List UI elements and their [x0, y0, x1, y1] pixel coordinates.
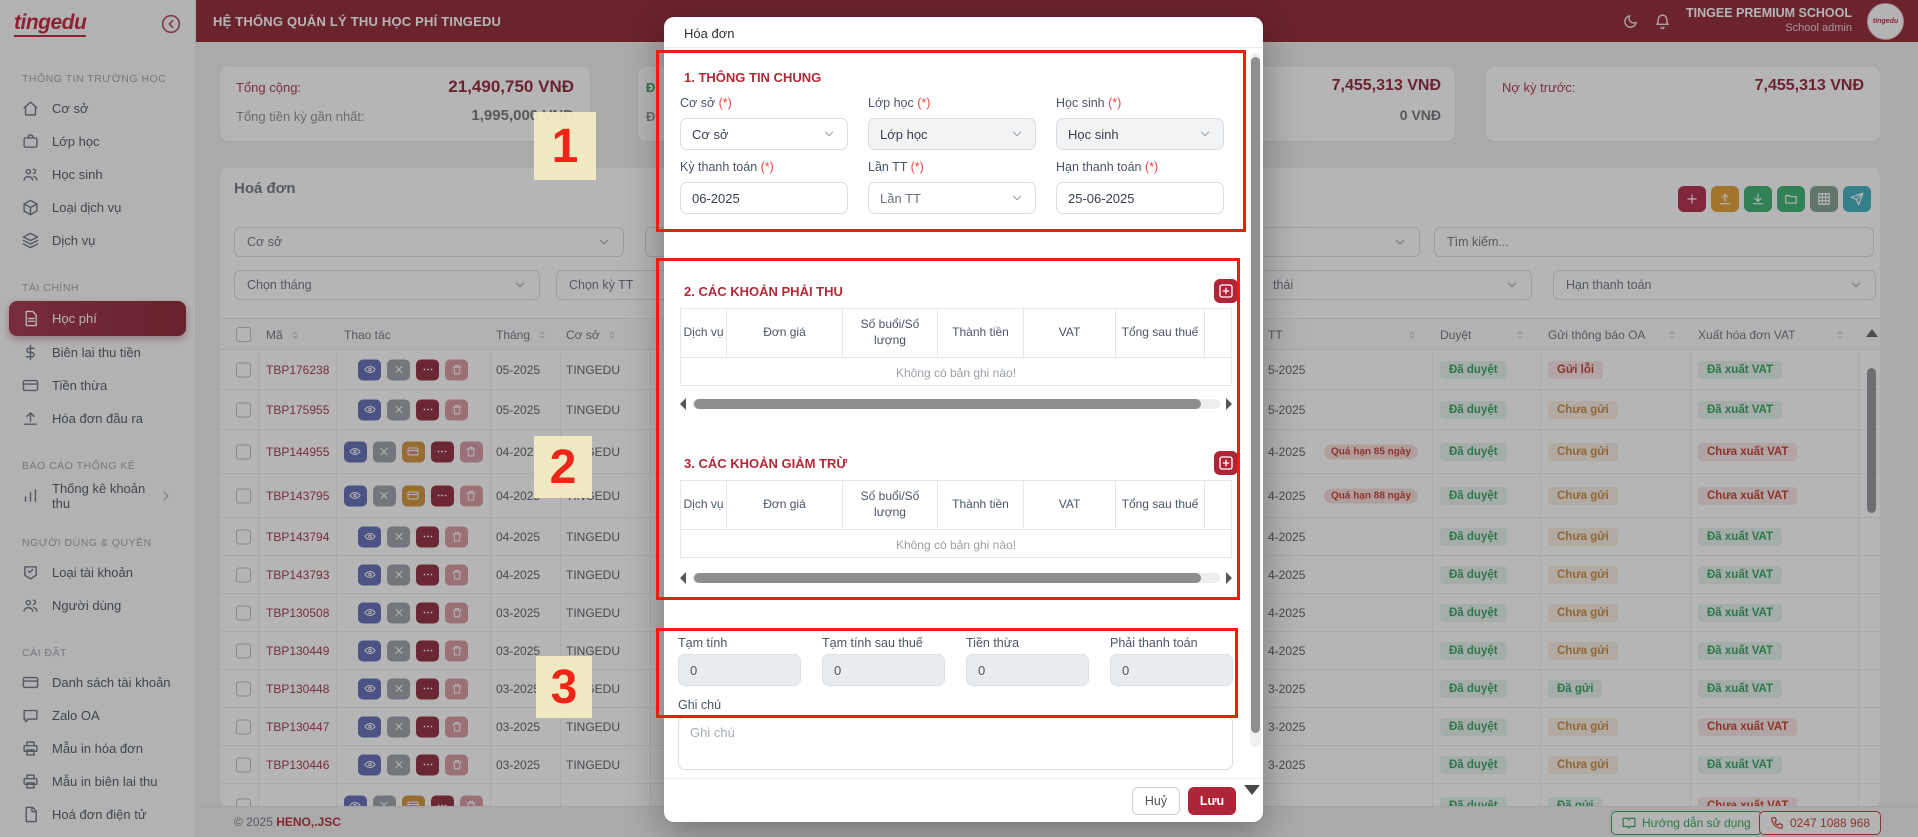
- receivables-table: Dịch vụ Đơn giá Số buổi/Số lượng Thành t…: [680, 308, 1232, 386]
- modal-title: Hóa đơn: [684, 26, 734, 41]
- scroll-right-icon[interactable]: [1226, 398, 1232, 410]
- modal-scrollbar-thumb[interactable]: [1251, 57, 1260, 733]
- chevron-down-icon: [1198, 127, 1212, 141]
- invoice-modal: Hóa đơn 1. THÔNG TIN CHUNG Cơ sở (*) Cơ …: [664, 17, 1263, 822]
- payable-label: Phải thanh toán: [1110, 636, 1198, 650]
- field-label-han-tt: Hạn thanh toán (*): [1056, 160, 1158, 174]
- deductions-table: Dịch vụ Đơn giá Số buổi/Số lượng Thành t…: [680, 480, 1232, 558]
- note-label: Ghi chú: [678, 698, 721, 712]
- cancel-button[interactable]: Huỷ: [1132, 787, 1180, 815]
- add-receivable-button[interactable]: [1214, 279, 1238, 303]
- field-label-hoc-sinh: Học sinh (*): [1056, 96, 1121, 110]
- chevron-down-icon: [1010, 127, 1024, 141]
- section1-title: 1. THÔNG TIN CHUNG: [684, 70, 821, 85]
- field-label-lop-hoc: Lớp học (*): [868, 96, 930, 110]
- co-so-select[interactable]: Cơ sở: [680, 118, 848, 150]
- subtotal-after-tax-input: 0: [822, 654, 945, 686]
- subtotal-after-tax-label: Tạm tính sau thuế: [822, 636, 923, 650]
- section3-title: 3. CÁC KHOẢN GIẢM TRỪ: [684, 456, 847, 471]
- lan-tt-select[interactable]: Lần TT: [868, 182, 1036, 214]
- note-textarea[interactable]: [678, 716, 1233, 770]
- field-label-co-so: Cơ sở (*): [680, 96, 732, 110]
- scroll-right-icon[interactable]: [1226, 572, 1232, 584]
- scroll-left-icon[interactable]: [680, 398, 686, 410]
- hscrollbar-thumb[interactable]: [694, 399, 1201, 409]
- deductions-hscrollbar[interactable]: [680, 571, 1232, 585]
- scroll-down-icon[interactable]: [1244, 785, 1260, 803]
- section2-title: 2. CÁC KHOẢN PHẢI THU: [684, 284, 843, 299]
- chevron-down-icon: [1010, 191, 1024, 205]
- payable-input: 0: [1110, 654, 1233, 686]
- field-label-ky-tt: Kỳ thanh toán (*): [680, 160, 774, 174]
- modal-footer: Huỷ Lưu: [664, 778, 1263, 822]
- empty-deductions-text: Không có bản ghi nào!: [681, 529, 1231, 559]
- subtotal-label: Tạm tính: [678, 636, 727, 650]
- subtotal-input: 0: [678, 654, 801, 686]
- excess-input: 0: [966, 654, 1089, 686]
- save-button[interactable]: Lưu: [1188, 787, 1236, 815]
- hscrollbar-thumb[interactable]: [694, 573, 1201, 583]
- field-label-lan-tt: Lần TT (*): [868, 160, 924, 174]
- receivables-hscrollbar[interactable]: [680, 397, 1232, 411]
- lop-hoc-select[interactable]: Lớp học: [868, 118, 1036, 150]
- hoc-sinh-select[interactable]: Học sinh: [1056, 118, 1224, 150]
- han-thanh-toan-input[interactable]: 25-06-2025: [1056, 182, 1224, 214]
- scroll-left-icon[interactable]: [680, 572, 686, 584]
- ky-thanh-toan-input[interactable]: 06-2025: [680, 182, 848, 214]
- empty-receivables-text: Không có bản ghi nào!: [681, 357, 1231, 387]
- modal-title-bar: Hóa đơn: [664, 17, 1263, 48]
- add-deduction-button[interactable]: [1214, 451, 1238, 475]
- chevron-down-icon: [822, 127, 836, 141]
- excess-label: Tiền thừa: [966, 636, 1019, 650]
